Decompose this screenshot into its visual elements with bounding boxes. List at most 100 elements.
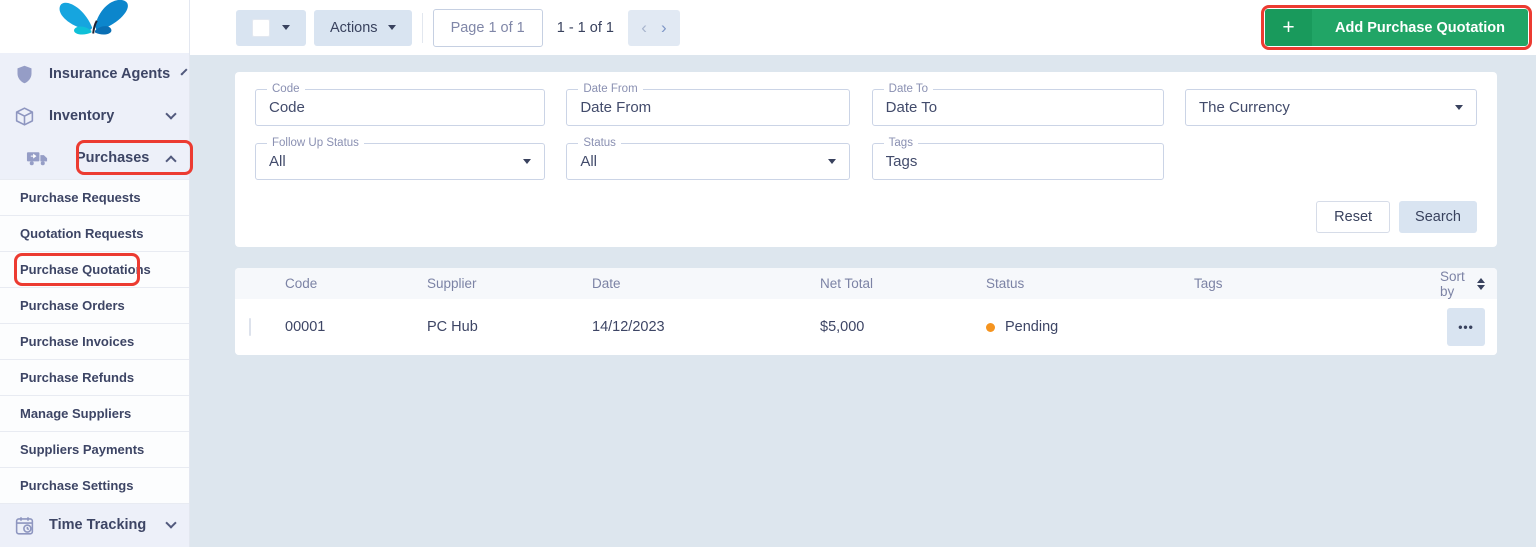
tags-field-label: Tags [884, 137, 918, 150]
sub-item-label: Suppliers Payments [20, 442, 144, 457]
sidebar-item-insurance-agents[interactable]: Insurance Agents [0, 53, 189, 95]
column-header-net-total: Net Total [820, 276, 986, 291]
sub-item-label: Purchase Invoices [20, 334, 134, 349]
tags-field-wrapper: Tags [872, 143, 1164, 180]
add-button-label: Add Purchase Quotation [1312, 9, 1528, 46]
actions-button[interactable]: Actions [314, 10, 412, 46]
sidebar-item-suppliers-payments[interactable]: Suppliers Payments [0, 432, 189, 468]
sidebar-item-purchase-settings[interactable]: Purchase Settings [0, 468, 189, 504]
currency-select-value: The Currency [1186, 99, 1455, 116]
add-purchase-quotation-button[interactable]: + Add Purchase Quotation [1265, 9, 1528, 46]
cell-supplier: PC Hub [427, 319, 592, 335]
box-icon [12, 104, 36, 128]
app-window: Insurance Agents Inventory Purchases Pur… [0, 0, 1536, 547]
table-header-row: Code Supplier Date Net Total Status Tags… [235, 268, 1497, 299]
sidebar-item-purchase-quotations[interactable]: Purchase Quotations [0, 252, 189, 288]
sort-by-control[interactable]: Sort by [1440, 269, 1485, 299]
search-button[interactable]: Search [1399, 201, 1477, 233]
sidebar-item-quotation-requests[interactable]: Quotation Requests [0, 216, 189, 252]
pagination-controls: ‹ › [628, 10, 680, 46]
sub-item-label: Purchase Requests [20, 190, 141, 205]
sidebar-item-label: Time Tracking [49, 517, 146, 533]
cell-status: Pending [986, 319, 1194, 335]
column-header-status: Status [986, 276, 1194, 291]
sort-arrows-icon [1477, 278, 1485, 290]
date-from-field-label: Date From [578, 83, 642, 96]
tags-input[interactable] [873, 153, 1163, 170]
annotation-box-add-button: + Add Purchase Quotation [1261, 5, 1532, 50]
status-select[interactable]: Status All [566, 143, 850, 180]
sub-item-label: Purchase Quotations [20, 262, 151, 277]
sidebar-item-inventory[interactable]: Inventory [0, 95, 189, 137]
next-page-icon[interactable]: › [661, 19, 667, 36]
status-label: Pending [1005, 319, 1058, 335]
column-header-date: Date [592, 276, 820, 291]
cell-date: 14/12/2023 [592, 319, 820, 335]
page-indicator-label: Page 1 of 1 [451, 20, 525, 36]
caret-down-icon [282, 25, 290, 30]
actions-button-label: Actions [330, 20, 378, 36]
plus-icon: + [1265, 9, 1312, 46]
row-checkbox[interactable] [249, 318, 251, 336]
truck-icon [25, 146, 49, 170]
page-indicator[interactable]: Page 1 of 1 [433, 9, 543, 47]
toolbar-divider [422, 13, 423, 43]
chevron-down-icon [165, 517, 176, 528]
app-logo[interactable] [0, 0, 189, 53]
main-area: Actions Page 1 of 1 1 - 1 of 1 ‹ › + Add… [190, 0, 1536, 547]
table-row[interactable]: 00001 PC Hub 14/12/2023 $5,000 Pending •… [235, 299, 1497, 355]
status-select-value: All [567, 153, 828, 170]
code-field-label: Code [267, 83, 305, 96]
sub-item-label: Quotation Requests [20, 226, 144, 241]
status-dot-icon [986, 323, 995, 332]
caret-down-icon [523, 159, 531, 164]
sub-item-label: Manage Suppliers [20, 406, 131, 421]
chevron-down-icon [165, 108, 176, 119]
filter-panel: Code Date From Date To The Currency [235, 72, 1497, 247]
butterfly-logo-icon [52, 0, 138, 38]
sidebar-item-time-tracking[interactable]: Time Tracking [0, 504, 189, 546]
filter-grid-spacer [1185, 143, 1477, 180]
sidebar-item-purchase-requests[interactable]: Purchase Requests [0, 180, 189, 216]
sidebar: Insurance Agents Inventory Purchases Pur… [0, 0, 190, 547]
column-header-code: Code [285, 276, 427, 291]
sidebar-item-purchase-orders[interactable]: Purchase Orders [0, 288, 189, 324]
sidebar-item-purchase-invoices[interactable]: Purchase Invoices [0, 324, 189, 360]
caret-down-icon [388, 25, 396, 30]
sidebar-item-purchase-refunds[interactable]: Purchase Refunds [0, 360, 189, 396]
reset-button[interactable]: Reset [1316, 201, 1390, 233]
sidebar-item-label: Insurance Agents [49, 66, 170, 82]
chevron-up-icon [165, 155, 176, 166]
toolbar: Actions Page 1 of 1 1 - 1 of 1 ‹ › + Add… [190, 0, 1536, 55]
caret-down-icon [828, 159, 836, 164]
follow-up-status-select[interactable]: Follow Up Status All [255, 143, 545, 180]
sidebar-item-label: Inventory [49, 108, 114, 124]
row-actions-button[interactable]: ••• [1447, 308, 1485, 346]
shield-icon [12, 62, 36, 86]
currency-select[interactable]: The Currency [1185, 89, 1477, 126]
sort-by-label: Sort by [1440, 269, 1469, 299]
date-to-field-label: Date To [884, 83, 933, 96]
follow-up-status-value: All [256, 153, 523, 170]
sidebar-item-label: Purchases [76, 150, 149, 166]
purchases-submenu: Purchase Requests Quotation Requests Pur… [0, 179, 189, 504]
sub-item-label: Purchase Orders [20, 298, 125, 313]
code-input[interactable] [256, 99, 544, 116]
status-select-label: Status [578, 137, 621, 150]
sidebar-item-purchases[interactable]: Purchases [0, 137, 189, 179]
select-all-checkbox[interactable] [252, 19, 270, 37]
date-from-field-wrapper: Date From [566, 89, 850, 126]
follow-up-status-label: Follow Up Status [267, 137, 364, 150]
caret-down-icon [1455, 105, 1463, 110]
date-from-input[interactable] [567, 99, 849, 116]
cell-code: 00001 [285, 319, 427, 335]
column-header-tags: Tags [1194, 276, 1440, 291]
content-area: Code Date From Date To The Currency [190, 55, 1536, 547]
select-all-dropdown-button[interactable] [236, 10, 306, 46]
column-header-supplier: Supplier [427, 276, 592, 291]
date-to-input[interactable] [873, 99, 1163, 116]
sidebar-item-manage-suppliers[interactable]: Manage Suppliers [0, 396, 189, 432]
previous-page-icon[interactable]: ‹ [641, 19, 647, 36]
cell-net-total: $5,000 [820, 319, 986, 335]
chevron-down-icon [181, 68, 188, 75]
